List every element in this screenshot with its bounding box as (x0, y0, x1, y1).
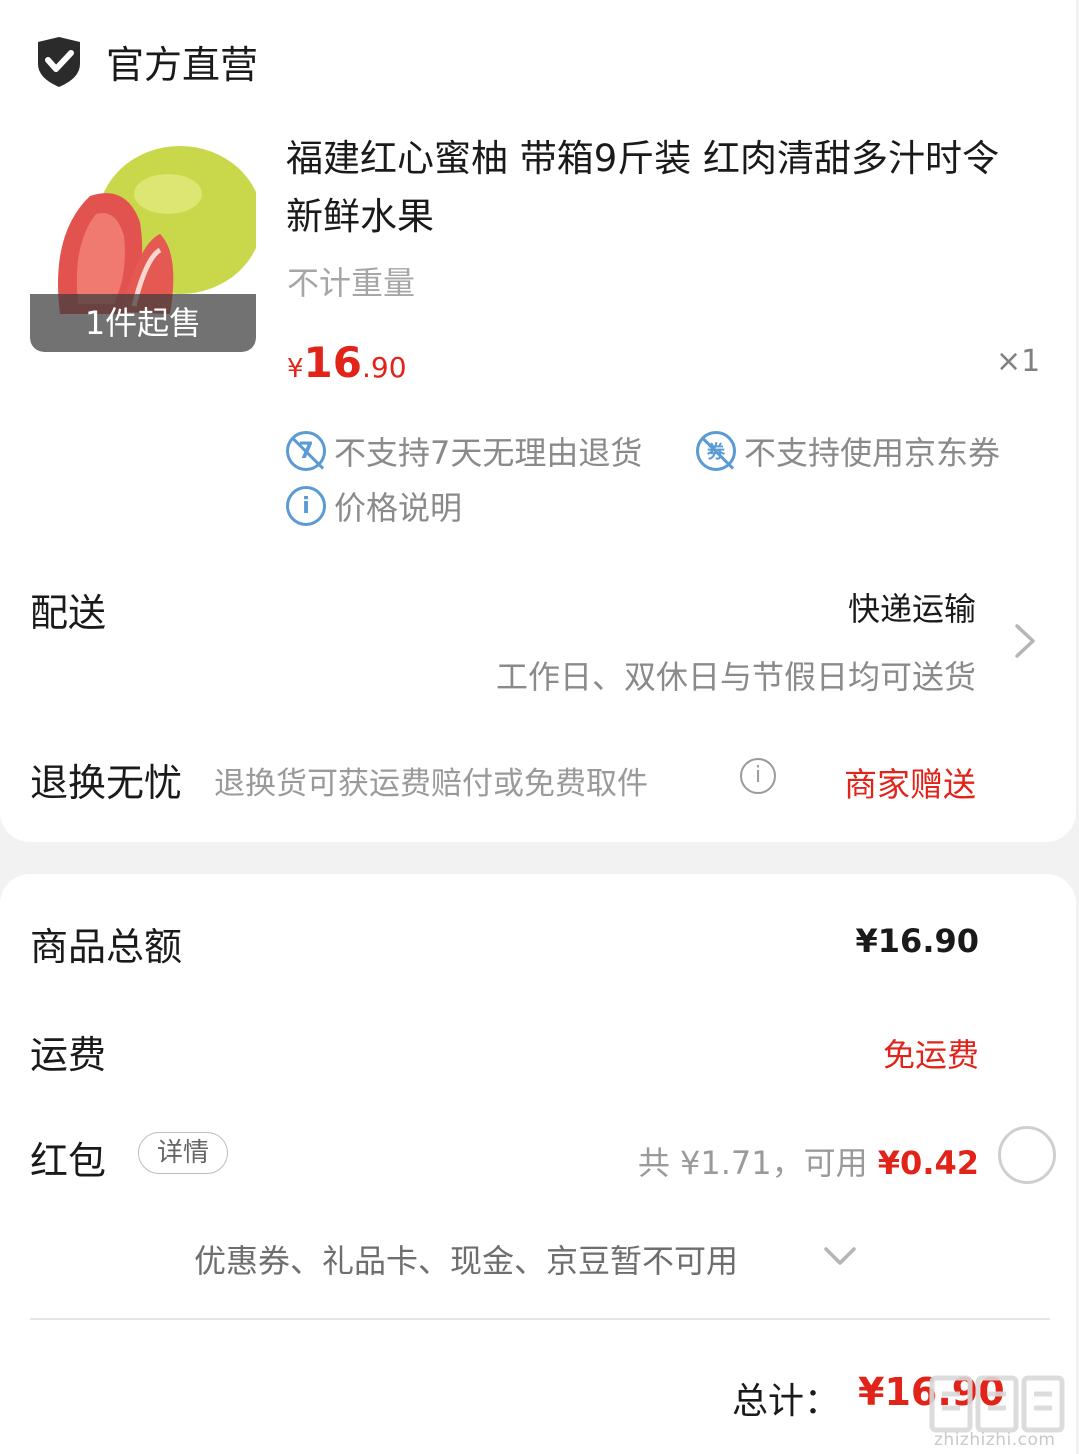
grand-total-label: 总计： (732, 1381, 841, 1422)
info-icon: i (286, 486, 326, 526)
policy-no-7day-return[interactable]: 7 不支持7天无理由退货 (286, 428, 642, 474)
chevron-right-icon[interactable] (1012, 622, 1038, 660)
no-coupon-icon: 券 (696, 431, 736, 471)
returns-label: 退换无忧 (30, 761, 183, 805)
min-order-badge: 1件起售 (30, 294, 256, 352)
policy-label: 不支持7天无理由退货 (334, 434, 643, 472)
returns-badge: 商家赠送 (844, 765, 976, 804)
unavailable-note[interactable]: 优惠券、礼品卡、现金、京豆暂不可用 (194, 1236, 738, 1282)
delivery-note: 工作日、双休日与节假日均可送货 (495, 658, 976, 696)
shield-check-icon (38, 37, 80, 87)
price-currency: ¥ (287, 354, 304, 384)
product-spec: 不计重量 (287, 264, 416, 302)
policy-label: 价格说明 (334, 489, 463, 527)
red-packet-value: 共 ¥1.71，可用 ¥0.42 (638, 1138, 979, 1184)
product-price: ¥16.90 (287, 338, 407, 387)
red-packet-radio[interactable] (998, 1126, 1056, 1184)
shipping-value: 免运费 (882, 1036, 979, 1074)
delivery-method[interactable]: 快递运输 (848, 584, 976, 630)
price-integer: 16 (303, 338, 362, 387)
product-quantity: ×1 (996, 344, 1041, 379)
returns-description: 退换货可获运费赔付或免费取件 (214, 766, 648, 802)
returns-info-icon[interactable]: i (740, 758, 776, 794)
red-packet-detail-button[interactable]: 详情 (138, 1132, 228, 1174)
goods-total-label: 商品总额 (30, 925, 183, 969)
red-packet-total: 共 ¥1.71，可用 (637, 1144, 878, 1182)
policy-no-coupon[interactable]: 券 不支持使用京东券 (696, 428, 1000, 474)
price-decimal: .90 (362, 351, 407, 384)
watermark-text: zhizhizhi.com (934, 1430, 1056, 1450)
delivery-label: 配送 (30, 591, 107, 635)
policy-price-info[interactable]: i 价格说明 (286, 483, 462, 529)
shipping-label: 运费 (30, 1033, 107, 1077)
product-title[interactable]: 福建红心蜜柚 带箱9斤装 红肉清甜多汁时令新鲜水果 (286, 130, 1026, 246)
watermark-logo (929, 1375, 1065, 1433)
shop-title: 官方直营 (106, 43, 259, 87)
order-item-card: 官方直营 1件起售 福建红心蜜柚 带箱9斤装 红肉清甜多汁时令新鲜水果 不计重量… (0, 0, 1076, 842)
goods-total-value: ¥16.90 (855, 922, 979, 960)
policy-label: 不支持使用京东券 (744, 434, 1001, 472)
no-7day-return-icon: 7 (286, 431, 326, 471)
divider (30, 1318, 1050, 1320)
chevron-down-icon[interactable] (822, 1244, 858, 1268)
product-image[interactable]: 1件起售 (30, 124, 256, 352)
red-packet-label: 红包 (30, 1139, 107, 1183)
red-packet-available: ¥0.42 (877, 1144, 979, 1182)
